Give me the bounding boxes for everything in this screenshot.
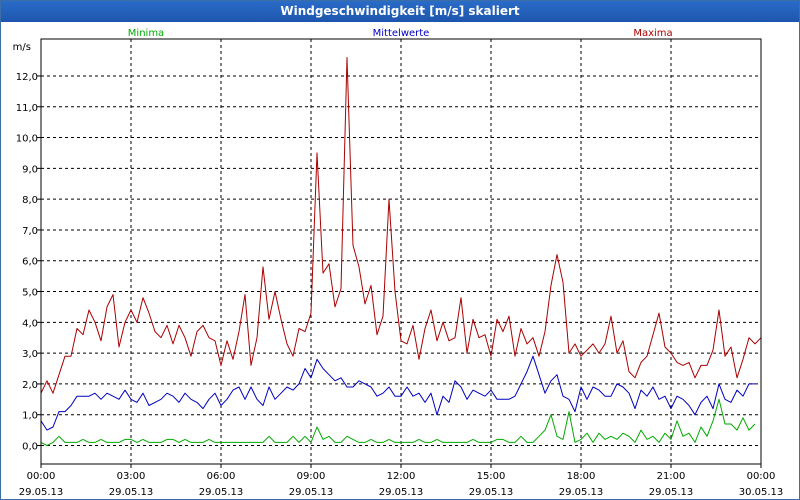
- legend-label-maxima: Maxima: [633, 28, 672, 39]
- x-tick-date-label: 29.05.13: [19, 487, 64, 498]
- y-axis-label: m/s: [13, 42, 31, 53]
- x-tick-time-label: 06:00: [207, 471, 236, 482]
- x-tick-date-label: 29.05.13: [199, 487, 244, 498]
- x-tick-date-label: 29.05.13: [109, 487, 154, 498]
- x-tick-date-label: 29.05.13: [379, 487, 424, 498]
- y-tick-label: 10,0: [16, 134, 38, 145]
- y-tick-label: 2,0: [22, 380, 38, 391]
- y-tick-label: 5,0: [22, 288, 38, 299]
- y-tick-label: 12,0: [16, 72, 38, 83]
- x-tick-time-label: 09:00: [297, 471, 326, 482]
- y-tick-label: 4,0: [22, 318, 38, 329]
- y-tick-label: 9,0: [22, 164, 38, 175]
- x-tick-time-label: 03:00: [117, 471, 146, 482]
- x-tick-time-label: 00:00: [747, 471, 776, 482]
- legend-label-mittelwerte: Mittelwerte: [373, 28, 430, 39]
- x-tick-date-label: 29.05.13: [649, 487, 694, 498]
- x-tick-time-label: 18:00: [567, 471, 596, 482]
- y-tick-label: 3,0: [22, 349, 38, 360]
- x-tick-time-label: 00:00: [27, 471, 56, 482]
- x-tick-date-label: 29.05.13: [469, 487, 514, 498]
- y-tick-label: 8,0: [22, 195, 38, 206]
- series-line-minima: [40, 398, 756, 446]
- y-tick-label: 7,0: [22, 226, 38, 237]
- x-tick-time-label: 12:00: [387, 471, 416, 482]
- chart-legend: Minima Mittelwerte Maxima: [128, 28, 673, 39]
- y-tick-label: 0,0: [22, 442, 38, 453]
- y-tick-label: 1,0: [22, 411, 38, 422]
- x-tick-date-label: 29.05.13: [559, 487, 604, 498]
- y-axis: 0,0 1,0 2,0 3,0 4,0 5,0 6,0 7,0 8,0 9,0 10,0 11,0 12…: [16, 72, 41, 453]
- x-tick-date-label: 29.05.13: [289, 487, 334, 498]
- legend-label-minima: Minima: [128, 28, 164, 39]
- x-tick-time-label: 21:00: [657, 471, 686, 482]
- chart-window: Windgeschwindigkeit [m/s] skaliert m/s M…: [0, 0, 800, 500]
- grid-lines: [41, 39, 761, 464]
- series-line-mittelwerte: [40, 355, 755, 431]
- line-chart: m/s Minima Mittelwerte Maxima 0,0 1,0 2,0 3,0…: [13, 28, 784, 498]
- x-tick-time-label: 15:00: [477, 471, 506, 482]
- x-axis: 00:00 29.05.13 03:00 29.05.13 06:00 29.05.13 0…: [19, 464, 784, 498]
- x-tick-date-label: 30.05.13: [739, 487, 784, 498]
- y-tick-label: 6,0: [22, 257, 38, 268]
- y-tick-label: 11,0: [16, 103, 38, 114]
